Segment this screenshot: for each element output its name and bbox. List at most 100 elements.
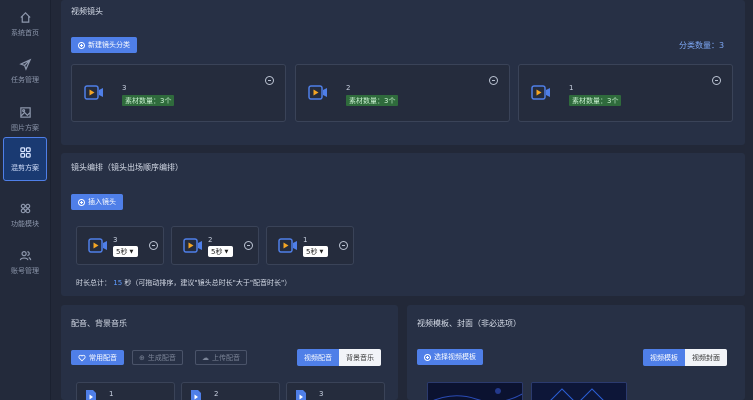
count-value: 3 <box>719 41 725 50</box>
audio-card[interactable]: 3 <box>286 382 385 400</box>
video-camera-icon <box>84 85 104 100</box>
sidebar-item-label: 功能模块 <box>11 219 39 228</box>
new-shot-category-button[interactable]: 新建镜头分类 <box>71 37 137 53</box>
select-template-button[interactable]: 选择视频模板 <box>417 349 483 365</box>
card-number: 3 <box>122 84 127 92</box>
duration-value: 5秒 <box>306 247 318 256</box>
shot-order-item[interactable]: 1 5秒 ▼ <box>266 226 354 265</box>
count-label: 分类数量： <box>679 41 719 50</box>
button-label: 新建镜头分类 <box>88 41 130 49</box>
duration-select[interactable]: 5秒 ▼ <box>113 246 138 257</box>
template-preview-image <box>532 383 626 400</box>
total-duration: 时长总计： 15 秒（可拖动排序，建议"镜头总时长"大于"配音时长"） <box>76 278 291 288</box>
audio-tabs: 视频配音 背景音乐 <box>297 349 381 366</box>
upload-cloud-icon: ☁ <box>202 353 209 362</box>
button-label: 常用配音 <box>89 353 117 362</box>
home-icon <box>19 11 31 23</box>
tab-video-template[interactable]: 视频模板 <box>643 349 685 366</box>
sidebar-item-tasks[interactable]: 任务管理 <box>3 49 47 93</box>
audio-card[interactable]: 2 <box>181 382 280 400</box>
video-shots-panel: 视频镜头 新建镜头分类 分类数量：3 3 素材数量：3个 2 素材数量：3个 1… <box>61 0 745 145</box>
shot-category-card[interactable]: 1 素材数量：3个 <box>518 64 733 122</box>
video-camera-icon <box>531 85 551 100</box>
template-preview-image <box>428 383 522 400</box>
duration-value: 5秒 <box>116 247 128 256</box>
video-camera-icon <box>278 238 298 253</box>
panel-title: 镜头编排（镜头出场顺序编排） <box>71 163 183 172</box>
users-icon <box>19 250 31 260</box>
generate-dubbing-button[interactable]: ⊕ 生成配音 <box>132 350 183 365</box>
sidebar-item-modules[interactable]: 功能模块 <box>3 193 47 237</box>
caret-down-icon: ▼ <box>224 248 229 255</box>
panel-title: 视频镜头 <box>71 7 103 16</box>
sidebar-item-label: 混剪方案 <box>11 163 39 172</box>
sidebar-item-home[interactable]: 系统首页 <box>3 2 47 46</box>
tab-video-cover[interactable]: 视频封面 <box>685 349 727 366</box>
remove-icon[interactable] <box>244 241 253 250</box>
video-camera-icon <box>183 238 203 253</box>
remove-icon[interactable] <box>712 76 721 85</box>
insert-shot-button[interactable]: 插入镜头 <box>71 194 123 210</box>
button-label: 生成配音 <box>147 353 176 362</box>
sidebar-item-label: 账号管理 <box>11 266 39 275</box>
sidebar-item-label: 任务管理 <box>11 75 39 84</box>
video-camera-icon <box>88 238 108 253</box>
button-label: 上传配音 <box>212 353 240 362</box>
sidebar-item-label: 系统首页 <box>11 28 39 37</box>
file-play-icon <box>296 390 306 400</box>
panel-title: 视频模板、封面（非必选项） <box>417 319 521 328</box>
caret-down-icon: ▼ <box>129 248 134 255</box>
card-number: 2 <box>214 390 219 398</box>
template-tabs: 视频模板 视频封面 <box>643 349 727 366</box>
remove-icon[interactable] <box>489 76 498 85</box>
modules-icon <box>20 203 30 213</box>
shot-order-item[interactable]: 3 5秒 ▼ <box>76 226 164 265</box>
sidebar-item-label: 图片方案 <box>11 123 39 132</box>
duration-select[interactable]: 5秒 ▼ <box>303 246 328 257</box>
sidebar-item-image-plan[interactable]: 图片方案 <box>3 97 47 141</box>
shot-category-card[interactable]: 2 素材数量：3个 <box>295 64 510 122</box>
material-count-badge: 素材数量：3个 <box>569 95 622 106</box>
card-number: 1 <box>569 84 574 92</box>
card-number: 1 <box>303 236 308 244</box>
shot-category-card[interactable]: 3 素材数量：3个 <box>71 64 286 122</box>
audio-card[interactable]: 1 <box>76 382 175 400</box>
caret-down-icon: ▼ <box>319 248 324 255</box>
heart-icon <box>78 354 86 361</box>
upload-dubbing-button[interactable]: ☁ 上传配音 <box>195 350 247 365</box>
file-play-icon <box>191 390 201 400</box>
sidebar: 系统首页 任务管理 图片方案 混剪方案 功能模块 账号管理 <box>0 0 51 400</box>
card-number: 2 <box>346 84 351 92</box>
image-icon <box>19 106 31 118</box>
sidebar-item-accounts[interactable]: 账号管理 <box>3 240 47 284</box>
grid-icon <box>19 146 31 158</box>
shot-order-panel: 镜头编排（镜头出场顺序编排） 插入镜头 3 5秒 ▼ 2 5秒 ▼ 1 5秒 ▼ 时长… <box>61 153 745 296</box>
card-number: 1 <box>109 390 114 398</box>
panel-title: 配音、背景音乐 <box>71 319 127 328</box>
video-camera-icon <box>308 85 328 100</box>
tab-background-music[interactable]: 背景音乐 <box>339 349 381 366</box>
card-number: 2 <box>208 236 213 244</box>
duration-select[interactable]: 5秒 ▼ <box>208 246 233 257</box>
total-prefix: 时长总计： <box>76 279 111 287</box>
template-thumbnail[interactable] <box>427 382 523 400</box>
remove-icon[interactable] <box>339 241 348 250</box>
category-count: 分类数量：3 <box>679 40 724 51</box>
plus-circle-icon: ⊕ <box>139 353 145 362</box>
shot-order-item[interactable]: 2 5秒 ▼ <box>171 226 259 265</box>
plus-circle-icon <box>78 198 85 206</box>
button-label: 选择视频模板 <box>434 353 476 361</box>
sidebar-item-mix-plan[interactable]: 混剪方案 <box>3 137 47 181</box>
total-value: 15 <box>113 279 123 287</box>
template-thumbnail[interactable] <box>531 382 627 400</box>
remove-icon[interactable] <box>149 241 158 250</box>
file-play-icon <box>86 390 96 400</box>
material-count-badge: 素材数量：3个 <box>346 95 399 106</box>
card-number: 3 <box>113 236 118 244</box>
remove-icon[interactable] <box>265 76 274 85</box>
plus-circle-icon <box>78 41 85 49</box>
audio-panel: 配音、背景音乐 常用配音 ⊕ 生成配音 ☁ 上传配音 视频配音 背景音乐 1 2… <box>61 305 398 400</box>
plus-circle-icon <box>424 353 431 361</box>
common-dubbing-button[interactable]: 常用配音 <box>71 350 124 365</box>
tab-video-dubbing[interactable]: 视频配音 <box>297 349 339 366</box>
